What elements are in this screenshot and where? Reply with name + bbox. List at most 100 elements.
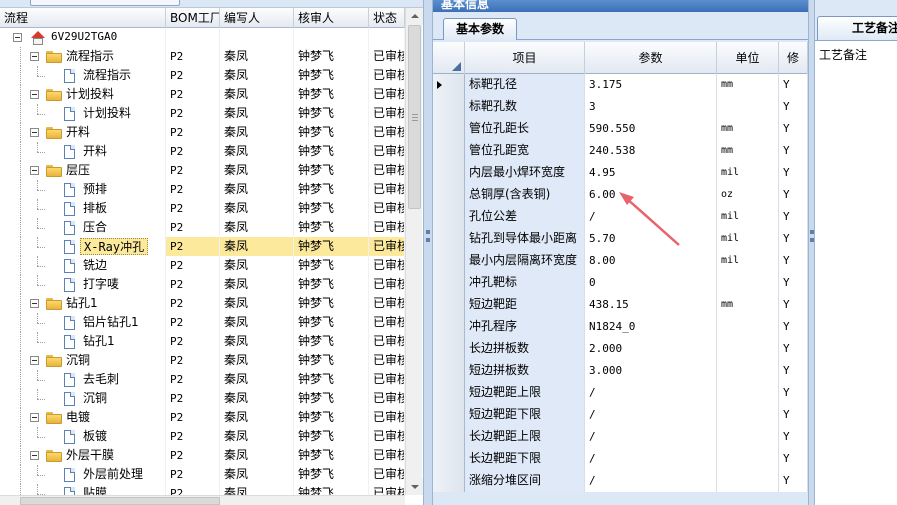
tree-node[interactable]: 打字唛	[0, 275, 166, 294]
tree-node[interactable]: 层压	[0, 161, 166, 180]
tab-basic-params[interactable]: 基本参数	[443, 18, 518, 40]
tree-node[interactable]: X-Ray冲孔	[0, 237, 166, 256]
splitter-left[interactable]	[424, 0, 433, 505]
param-unit-cell[interactable]	[717, 338, 779, 360]
column-header-process[interactable]: 流程	[0, 8, 166, 28]
param-value-cell[interactable]: 3	[585, 96, 717, 118]
tree-row[interactable]: 外层干膜 P2秦凤钟梦飞已审核	[0, 446, 405, 465]
param-modify-cell[interactable]: Y	[779, 338, 808, 360]
param-unit-cell[interactable]	[717, 316, 779, 338]
param-row[interactable]: 管位孔距长 590.550 mm Y	[433, 118, 808, 140]
param-value-cell[interactable]: 2.000	[585, 338, 717, 360]
tree-node-label[interactable]: 外层前处理	[80, 466, 146, 483]
tree-node[interactable]: 外层前处理	[0, 465, 166, 484]
row-header[interactable]	[433, 250, 465, 272]
row-header[interactable]	[433, 272, 465, 294]
tree-row[interactable]: 排板 P2秦凤钟梦飞已审核	[0, 199, 405, 218]
param-modify-cell[interactable]: Y	[779, 140, 808, 162]
tree-row[interactable]: X-Ray冲孔 P2秦凤钟梦飞已审核	[0, 237, 405, 256]
param-modify-cell[interactable]: Y	[779, 272, 808, 294]
tree-node-label[interactable]: 铝片钻孔1	[80, 314, 142, 331]
param-unit-cell[interactable]: mil	[717, 162, 779, 184]
param-modify-cell[interactable]: Y	[779, 448, 808, 470]
param-modify-cell[interactable]: Y	[779, 96, 808, 118]
tree-node-label[interactable]: 打字唛	[80, 276, 122, 293]
row-header[interactable]	[433, 470, 465, 492]
param-unit-cell[interactable]: mil	[717, 250, 779, 272]
tree-node-label[interactable]: 钻孔1	[80, 333, 118, 350]
param-row[interactable]: 最小内层隔离环宽度 8.00 mil Y	[433, 250, 808, 272]
tree-row[interactable]: 贴膜 P2秦凤钟梦飞已审核	[0, 484, 405, 495]
param-row[interactable]: 短边靶距 438.15 mm Y	[433, 294, 808, 316]
tree-node-label[interactable]: 排板	[80, 200, 110, 217]
row-header[interactable]	[433, 360, 465, 382]
param-value-cell[interactable]: /	[585, 470, 717, 492]
row-header[interactable]	[433, 338, 465, 360]
row-header[interactable]	[433, 162, 465, 184]
row-header[interactable]	[433, 118, 465, 140]
tree-node-label[interactable]: 层压	[63, 162, 93, 179]
tree-row[interactable]: 开料 P2秦凤钟梦飞已审核	[0, 123, 405, 142]
column-header-writer[interactable]: 编写人	[220, 8, 294, 28]
tree-node[interactable]: 压合	[0, 218, 166, 237]
row-header[interactable]	[433, 294, 465, 316]
param-modify-cell[interactable]: Y	[779, 250, 808, 272]
tree-node[interactable]: 钻孔1	[0, 332, 166, 351]
tree-node-label[interactable]: X-Ray冲孔	[80, 238, 149, 255]
param-unit-cell[interactable]	[717, 360, 779, 382]
tab-process-notes[interactable]: 工艺备注	[817, 16, 897, 40]
collapse-icon[interactable]	[30, 451, 39, 460]
param-value-cell[interactable]: 590.550	[585, 118, 717, 140]
collapse-icon[interactable]	[30, 356, 39, 365]
tree-node[interactable]: 沉铜	[0, 351, 166, 370]
tree-node-label[interactable]: 沉铜	[63, 352, 93, 369]
row-header[interactable]	[433, 184, 465, 206]
tree-horizontal-scrollbar[interactable]	[0, 495, 405, 505]
tree-row[interactable]: 流程指示 P2秦凤钟梦飞已审核	[0, 47, 405, 66]
param-unit-cell[interactable]	[717, 96, 779, 118]
tree-node[interactable]: 外层干膜	[0, 446, 166, 465]
tree-node[interactable]: 6V29U2TGA0	[0, 28, 166, 47]
param-value-cell[interactable]: 0	[585, 272, 717, 294]
param-row[interactable]: 冲孔程序 N1824_0 Y	[433, 316, 808, 338]
tree-node-label[interactable]: 预排	[80, 181, 110, 198]
tree-node[interactable]: 流程指示	[0, 47, 166, 66]
param-unit-cell[interactable]	[717, 272, 779, 294]
param-value-cell[interactable]: /	[585, 382, 717, 404]
param-row[interactable]: 钻孔到导体最小距离 5.70 mil Y	[433, 228, 808, 250]
tree-node-label[interactable]: 压合	[80, 219, 110, 236]
tree-row[interactable]: 外层前处理 P2秦凤钟梦飞已审核	[0, 465, 405, 484]
tree-row[interactable]: 电镀 P2秦凤钟梦飞已审核	[0, 408, 405, 427]
tree-vertical-scrollbar[interactable]	[405, 8, 423, 495]
param-unit-cell[interactable]	[717, 382, 779, 404]
tree-row[interactable]: 计划投料 P2秦凤钟梦飞已审核	[0, 104, 405, 123]
tree-node[interactable]: 预排	[0, 180, 166, 199]
param-unit-cell[interactable]: mil	[717, 206, 779, 228]
tree-node-label[interactable]: 去毛刺	[80, 371, 122, 388]
param-row[interactable]: 涨缩分堆区间 / Y	[433, 470, 808, 492]
column-header-bom-factory[interactable]: BOM工厂	[166, 8, 220, 28]
column-header-reviewer[interactable]: 核审人	[294, 8, 369, 28]
param-modify-cell[interactable]: Y	[779, 206, 808, 228]
param-row[interactable]: 短边靶距上限 / Y	[433, 382, 808, 404]
tree-row[interactable]: 沉铜 P2秦凤钟梦飞已审核	[0, 389, 405, 408]
param-modify-cell[interactable]: Y	[779, 228, 808, 250]
tree-node-label[interactable]: 开料	[80, 143, 110, 160]
tree-node[interactable]: 电镀	[0, 408, 166, 427]
row-header[interactable]	[433, 228, 465, 250]
param-row[interactable]: 总铜厚(含表铜) 6.00 oz Y	[433, 184, 808, 206]
scroll-up-button[interactable]	[406, 8, 423, 25]
horizontal-scroll-thumb[interactable]	[20, 497, 220, 505]
param-row[interactable]: 冲孔靶标 0 Y	[433, 272, 808, 294]
row-header[interactable]	[433, 316, 465, 338]
tree-row[interactable]: 沉铜 P2秦凤钟梦飞已审核	[0, 351, 405, 370]
param-row[interactable]: 管位孔距宽 240.538 mm Y	[433, 140, 808, 162]
param-value-cell[interactable]: 240.538	[585, 140, 717, 162]
param-row[interactable]: 标靶孔数 3 Y	[433, 96, 808, 118]
tree-row[interactable]: 层压 P2秦凤钟梦飞已审核	[0, 161, 405, 180]
tree-node-label[interactable]: 板镀	[80, 428, 110, 445]
collapse-icon[interactable]	[30, 128, 39, 137]
tree-node[interactable]: 开料	[0, 142, 166, 161]
tree-node-label[interactable]: 沉铜	[80, 390, 110, 407]
tree-row[interactable]: 开料 P2秦凤钟梦飞已审核	[0, 142, 405, 161]
